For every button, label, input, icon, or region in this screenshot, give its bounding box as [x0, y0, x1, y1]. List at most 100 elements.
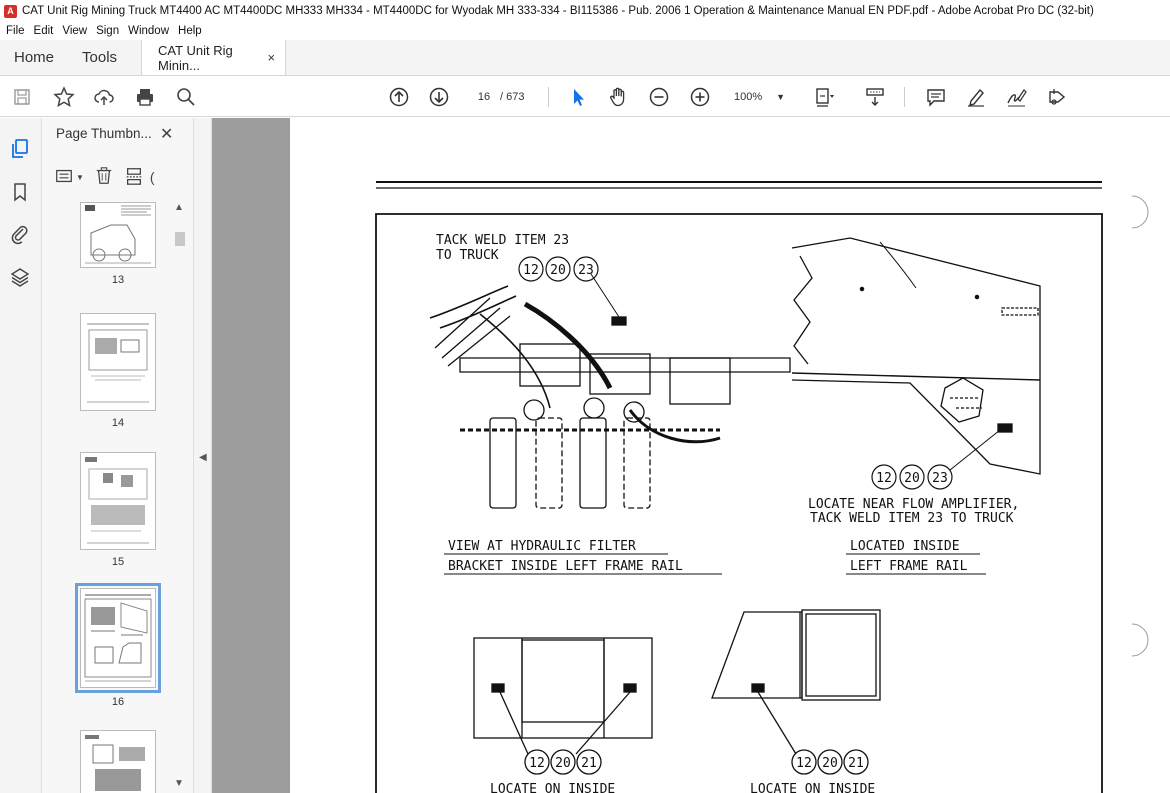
- page-fit-icon[interactable]: [812, 85, 836, 109]
- hand-tool-icon[interactable]: [606, 85, 630, 109]
- tab-tools[interactable]: Tools: [68, 40, 131, 75]
- delete-page-icon[interactable]: [94, 166, 114, 189]
- tab-document-label: CAT Unit Rig Minin...: [158, 42, 233, 73]
- caption-bottom-right: LOCATE ON INSIDE: [750, 782, 875, 793]
- attachments-icon[interactable]: [9, 223, 31, 245]
- bubble-12: 12: [796, 756, 812, 771]
- panel-collapse-strip[interactable]: ◀: [194, 118, 212, 793]
- cabinet-left-illustration: [473, 637, 653, 775]
- page-thumbnail[interactable]: [80, 313, 156, 411]
- comment-icon[interactable]: [924, 85, 948, 109]
- bubble-12: 12: [876, 471, 892, 486]
- scroll-mode-icon[interactable]: [863, 85, 887, 109]
- window-title: CAT Unit Rig Mining Truck MT4400 AC MT44…: [22, 5, 1094, 17]
- menu-file[interactable]: File: [6, 25, 25, 37]
- cabinet-right-illustration: [711, 609, 881, 775]
- thumbnail-label: 16: [111, 696, 125, 708]
- scroll-down-icon[interactable]: ▼: [174, 778, 184, 789]
- tab-close-icon[interactable]: ×: [267, 50, 275, 65]
- caption-filter-line1: VIEW AT HYDRAULIC FILTER: [448, 539, 636, 554]
- menu-sign[interactable]: Sign: [96, 25, 119, 37]
- menu-view[interactable]: View: [62, 25, 87, 37]
- page-number-input[interactable]: 16: [470, 86, 498, 108]
- previous-page-icon[interactable]: [387, 85, 411, 109]
- hydraulic-filter-illustration: [429, 273, 791, 509]
- thumbnail-panel: Page Thumbn... ✕ ▼ ( 13 14 15 16 ▲ ▼: [42, 118, 194, 793]
- menu-help[interactable]: Help: [178, 25, 202, 37]
- thumbnail-label: 13: [111, 274, 125, 286]
- bubble-20: 20: [822, 756, 838, 771]
- caption-bottom-left: LOCATE ON INSIDE: [490, 782, 615, 793]
- zoom-in-icon[interactable]: [688, 85, 712, 109]
- rotate-icon[interactable]: (: [150, 169, 155, 185]
- tab-bar: Home Tools CAT Unit Rig Minin... ×: [0, 40, 1170, 76]
- zoom-out-icon[interactable]: [647, 85, 671, 109]
- search-icon[interactable]: [174, 85, 198, 109]
- bubble-23: 23: [932, 471, 948, 486]
- panel-title: Page Thumbn...: [56, 126, 152, 141]
- bookmarks-icon[interactable]: [9, 181, 31, 203]
- page-thumbnail[interactable]: [75, 583, 161, 693]
- chevron-down-icon[interactable]: ▼: [76, 173, 84, 182]
- callout-flow-line1: LOCATE NEAR FLOW AMPLIFIER,: [808, 497, 1019, 512]
- thumbnail-options-icon[interactable]: [54, 166, 74, 189]
- print-icon[interactable]: [133, 85, 157, 109]
- select-cursor-icon[interactable]: [566, 85, 590, 109]
- next-page-icon[interactable]: [427, 85, 451, 109]
- thumbnail-scrollbar[interactable]: ▲ ▼: [173, 202, 187, 793]
- scrollbar-thumb[interactable]: [175, 232, 185, 246]
- caption-rail-line2: LEFT FRAME RAIL: [850, 559, 968, 574]
- toolbar: 16 / 673 100% ▼: [0, 77, 1170, 117]
- save-icon[interactable]: [10, 85, 34, 109]
- page-thumbnails-icon[interactable]: [9, 138, 31, 160]
- callout-tack-weld-line1: TACK WELD ITEM 23: [436, 233, 569, 248]
- bubble-20: 20: [550, 263, 566, 278]
- chevron-down-icon: ▼: [776, 92, 786, 102]
- bookmark-star-icon[interactable]: [52, 85, 76, 109]
- page-thumbnail[interactable]: [80, 202, 156, 268]
- tab-home[interactable]: Home: [0, 40, 68, 75]
- bubble-20: 20: [555, 756, 571, 771]
- bubble-12: 12: [523, 263, 539, 278]
- menu-bar: File Edit View Sign Window Help: [0, 22, 1170, 40]
- zoom-level-select[interactable]: 100% ▼: [734, 86, 792, 108]
- tab-document[interactable]: CAT Unit Rig Minin... ×: [141, 40, 287, 75]
- toolbar-divider: [548, 87, 549, 107]
- close-icon[interactable]: ✕: [160, 124, 173, 144]
- zoom-level-value: 100%: [734, 91, 763, 103]
- menu-edit[interactable]: Edit: [34, 25, 54, 37]
- document-viewer[interactable]: TACK WELD ITEM 23 TO TRUCK 12 20 23 VIEW…: [212, 118, 1170, 793]
- page-total-label: / 673: [500, 91, 525, 103]
- panel-toolbar: ▼ (: [54, 166, 155, 188]
- sign-icon[interactable]: [1004, 85, 1028, 109]
- caption-filter-line2: BRACKET INSIDE LEFT FRAME RAIL: [448, 559, 683, 574]
- scroll-up-icon[interactable]: ▲: [174, 202, 184, 213]
- left-rail: [0, 118, 42, 793]
- insert-page-icon[interactable]: [124, 166, 144, 189]
- acrobat-logo-icon: A: [4, 4, 17, 18]
- thumbnail-label: 15: [111, 556, 125, 568]
- cloud-upload-icon[interactable]: [92, 85, 116, 109]
- bubble-21: 21: [848, 756, 864, 771]
- page-drawing: TACK WELD ITEM 23 TO TRUCK 12 20 23 VIEW…: [375, 181, 1149, 793]
- frame-rail-illustration: [791, 237, 1041, 475]
- callout-flow-line2: TACK WELD ITEM 23 TO TRUCK: [810, 511, 1014, 526]
- title-bar: A CAT Unit Rig Mining Truck MT4400 AC MT…: [0, 0, 1170, 22]
- thumbnail-list: 13 14 15 16: [42, 202, 172, 793]
- thumbnail-label: 14: [111, 417, 125, 429]
- bubble-12: 12: [529, 756, 545, 771]
- bubble-20: 20: [904, 471, 920, 486]
- page-thumbnail[interactable]: [80, 452, 156, 550]
- bubble-21: 21: [581, 756, 597, 771]
- menu-window[interactable]: Window: [128, 25, 169, 37]
- pdf-page: TACK WELD ITEM 23 TO TRUCK 12 20 23 VIEW…: [290, 118, 1170, 793]
- fill-sign-icon[interactable]: [1045, 85, 1069, 109]
- collapse-left-icon[interactable]: ◀: [199, 452, 207, 463]
- bubble-23: 23: [578, 263, 594, 278]
- toolbar-divider: [904, 87, 905, 107]
- layers-icon[interactable]: [9, 266, 31, 288]
- page-thumbnail[interactable]: [80, 730, 156, 793]
- highlight-pen-icon[interactable]: [964, 85, 988, 109]
- caption-rail-line1: LOCATED INSIDE: [850, 539, 960, 554]
- callout-tack-weld-line2: TO TRUCK: [436, 248, 499, 263]
